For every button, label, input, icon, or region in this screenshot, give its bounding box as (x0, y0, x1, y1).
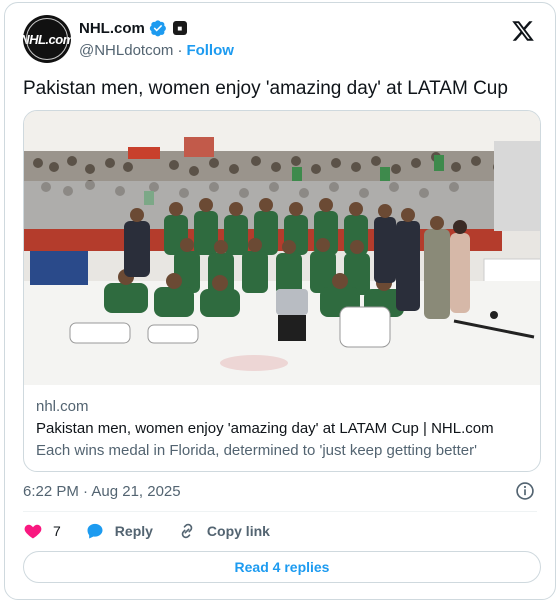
x-logo-icon[interactable] (511, 19, 535, 43)
link-description: Each wins medal in Florida, determined t… (36, 442, 477, 459)
post-header: NHL.com NHL.com ■ @NHLdotcom · Follow (20, 15, 539, 65)
link-meta: nhl.com Pakistan men, women enjoy 'amazi… (36, 396, 528, 462)
post-timestamp[interactable]: 6:22 PM · Aug 21, 2025 (23, 483, 181, 500)
reply-button[interactable]: Reply (85, 521, 153, 541)
info-icon[interactable] (515, 481, 535, 501)
post-text: Pakistan men, women enjoy 'amazing day' … (23, 78, 508, 99)
reply-bubble-icon (87, 523, 103, 539)
copy-link-label: Copy link (206, 523, 270, 539)
heart-icon (24, 524, 42, 539)
follow-button[interactable]: Follow (186, 42, 234, 59)
handle-row: @NHLdotcom · Follow (79, 42, 234, 59)
avatar[interactable]: NHL.com (20, 15, 74, 63)
like-count: 7 (53, 523, 61, 539)
link-title[interactable]: Pakistan men, women enjoy 'amazing day' … (36, 418, 528, 440)
divider (23, 511, 537, 512)
name-row: NHL.com ■ (79, 19, 187, 37)
separator: · (177, 42, 183, 59)
copy-link-button[interactable]: Copy link (177, 521, 270, 541)
like-button[interactable]: 7 (23, 521, 61, 541)
link-icon (181, 523, 193, 539)
read-replies-button[interactable]: Read 4 replies (23, 551, 541, 583)
link-preview-card[interactable]: nhl.com Pakistan men, women enjoy 'amazi… (23, 110, 541, 472)
avatar-logo-text: NHL.com (20, 31, 74, 47)
team-photo (24, 111, 540, 385)
display-name[interactable]: NHL.com (79, 20, 145, 37)
verified-badge-icon (149, 20, 166, 37)
handle[interactable]: @NHLdotcom (79, 42, 173, 59)
reply-label: Reply (114, 523, 153, 539)
affiliate-badge-icon: ■ (172, 21, 187, 35)
action-bar: 7 Reply Copy link (23, 519, 294, 543)
post-card: NHL.com NHL.com ■ @NHLdotcom · Follow Pa… (4, 2, 556, 600)
link-domain: nhl.com (36, 398, 89, 415)
